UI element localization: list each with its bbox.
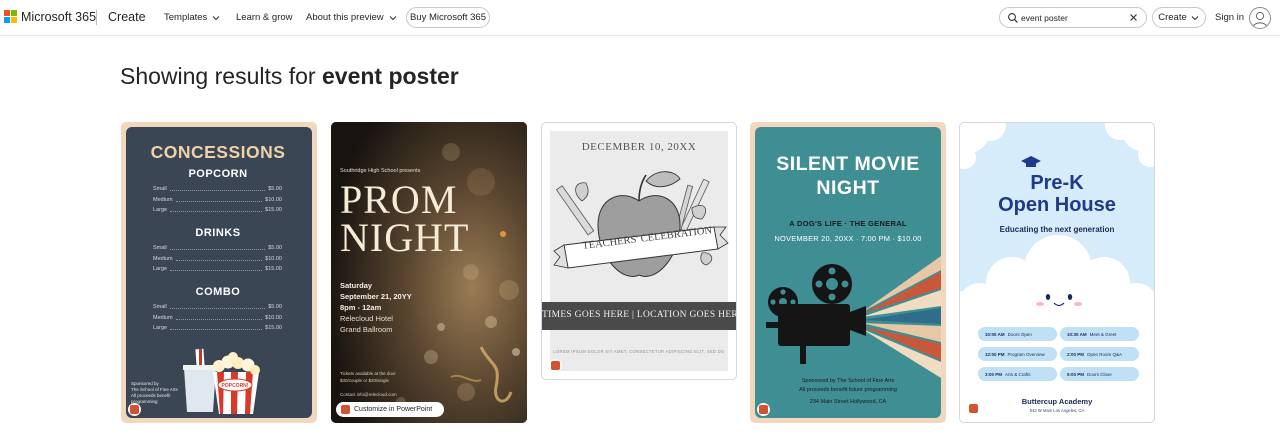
results-prefix: Showing results for <box>120 63 322 89</box>
customize-in-powerpoint-button[interactable]: Customize in PowerPoint <box>336 402 444 417</box>
schedule-item: 2:00 PM Open Room Q&A <box>1060 347 1139 361</box>
popcorn-label: POPCORN! <box>222 383 249 389</box>
prom-date: September 21, 20YY <box>340 292 412 301</box>
silent-movie-title-line1: SILENT MOVIE <box>776 153 920 175</box>
results-heading: Showing results for event poster <box>120 63 459 90</box>
concessions-section-heading: DRINKS <box>195 227 241 239</box>
menu-row: Large $15.00 <box>153 266 282 272</box>
customize-button-label: Customize in PowerPoint <box>354 406 433 413</box>
create-button-label: Create <box>1158 12 1187 23</box>
menu-row: Medium $10.00 <box>153 197 282 203</box>
teachers-footer: LOREM IPSUM DOLOR SIT AMET, CONSECTETUR … <box>553 349 725 354</box>
account-avatar-icon[interactable] <box>1249 7 1271 29</box>
prom-venue: Relecloud Hotel <box>340 314 393 323</box>
brand-name[interactable]: Microsoft 365 <box>21 10 96 24</box>
teachers-date: DECEMBER 10, 20XX <box>581 141 697 153</box>
schedule-item: 10:30 AM Meet & Greet <box>1060 327 1139 341</box>
nav-learn-grow[interactable]: Learn & grow <box>236 12 293 23</box>
nav-about-preview[interactable]: About this preview <box>306 12 398 23</box>
menu-row: Small $5.00 <box>153 186 282 192</box>
top-navigation-bar: Microsoft 365 Create Templates Learn & g… <box>0 0 1280 36</box>
powerpoint-icon <box>549 359 562 372</box>
template-card-prom-night[interactable]: Southridge High School presents PROM NIG… <box>331 122 527 423</box>
concessions-sponsor: Sponsored by The School of Fine Arts All… <box>131 381 178 404</box>
pre-k-subtitle: Educating the next generation <box>999 225 1115 234</box>
pre-k-academy: Buttercup Academy <box>1021 397 1093 406</box>
menu-row: Small $5.00 <box>153 304 282 310</box>
prom-room: Grand Ballroom <box>340 325 393 334</box>
template-card-concessions[interactable]: POPCORN! CONCESSIONS POPCORN Small $5.00 … <box>121 122 317 423</box>
silent-movie-proceeds: All proceeds benefit future programming <box>799 387 897 393</box>
brand-divider <box>96 10 97 25</box>
nav-templates-label: Templates <box>164 12 208 23</box>
template-card-pre-k-open-house[interactable]: Pre-K Open House Educating the next gene… <box>959 122 1155 423</box>
prom-title-line2: NIGHT <box>340 215 470 260</box>
prom-tickets: Tickets available at the door <box>340 371 396 376</box>
nav-learn-grow-label: Learn & grow <box>236 12 293 23</box>
silent-movie-address: 234 Main Street Hollywood, CA <box>809 399 887 405</box>
menu-row: Small $5.00 <box>153 245 282 251</box>
prom-day: Saturday <box>340 281 373 290</box>
teachers-time-location: TIMES GOES HERE | LOCATION GOES HERE <box>542 310 737 320</box>
silent-movie-subtitle: A DOG'S LIFE · THE GENERAL <box>789 219 907 228</box>
schedule-item: 12:00 PM Program Overview <box>978 347 1057 361</box>
pre-k-title-line2: Open House <box>998 194 1116 216</box>
nav-templates[interactable]: Templates <box>164 12 221 23</box>
menu-row: Medium $10.00 <box>153 256 282 262</box>
search-icon <box>1008 13 1018 23</box>
powerpoint-icon <box>341 405 350 414</box>
prom-contact: Contact info@relecloud.com <box>340 392 397 397</box>
powerpoint-icon <box>757 403 770 416</box>
template-card-teachers-celebration[interactable]: DECEMBER 10, 20XX TEACHERS' CELEBRATION … <box>541 122 737 380</box>
prom-presenter: Southridge High School presents <box>340 168 421 174</box>
concessions-section-heading: POPCORN <box>188 168 248 180</box>
teachers-celebration-artwork <box>542 131 736 371</box>
template-card-silent-movie-night[interactable]: SILENT MOVIE NIGHT A DOG'S LIFE · THE GE… <box>750 122 946 423</box>
concessions-section-heading: COMBO <box>195 286 241 298</box>
menu-row: Large $15.00 <box>153 325 282 331</box>
pre-k-address: 543 W Main Los Angeles, CA <box>1029 408 1085 413</box>
schedule-item: 10:00 AM Doors Open <box>978 327 1057 341</box>
prom-tickets-price: $30/couple or $20/single <box>340 378 390 383</box>
menu-row: Medium $10.00 <box>153 315 282 321</box>
pre-k-title-line1: Pre-K <box>1030 172 1084 194</box>
chevron-down-icon <box>212 15 220 20</box>
search-box[interactable]: event poster <box>999 7 1147 28</box>
concessions-title: CONCESSIONS <box>150 142 286 162</box>
schedule-item: 3:00 PM Arts & Crafts <box>978 367 1057 381</box>
silent-movie-date: NOVEMBER 20, 20XX · 7:00 PM · $10.00 <box>774 234 922 243</box>
schedule-item: 5:00 PM Doors Close <box>1060 367 1139 381</box>
chevron-down-icon <box>1191 15 1199 20</box>
microsoft-logo-icon[interactable] <box>4 10 17 23</box>
search-input[interactable]: event poster <box>1021 13 1068 23</box>
nav-about-preview-label: About this preview <box>306 12 384 23</box>
prom-time: 8pm - 12am <box>340 303 382 312</box>
buy-microsoft-365-button[interactable]: Buy Microsoft 365 <box>406 7 490 28</box>
powerpoint-icon <box>128 403 141 416</box>
create-dropdown-button[interactable]: Create <box>1152 7 1206 28</box>
close-icon[interactable] <box>1128 12 1139 23</box>
silent-movie-sponsor: Sponsored by The School of Fine Arts <box>801 378 895 384</box>
chevron-down-icon <box>389 15 397 20</box>
sign-in-link[interactable]: Sign in <box>1215 12 1244 23</box>
results-query: event poster <box>321 63 459 89</box>
powerpoint-icon <box>967 402 980 415</box>
silent-movie-title-line2: NIGHT <box>816 177 880 199</box>
menu-row: Large $15.00 <box>153 207 282 213</box>
app-name-create[interactable]: Create <box>108 10 146 24</box>
prom-title-line1: PROM <box>340 177 458 222</box>
